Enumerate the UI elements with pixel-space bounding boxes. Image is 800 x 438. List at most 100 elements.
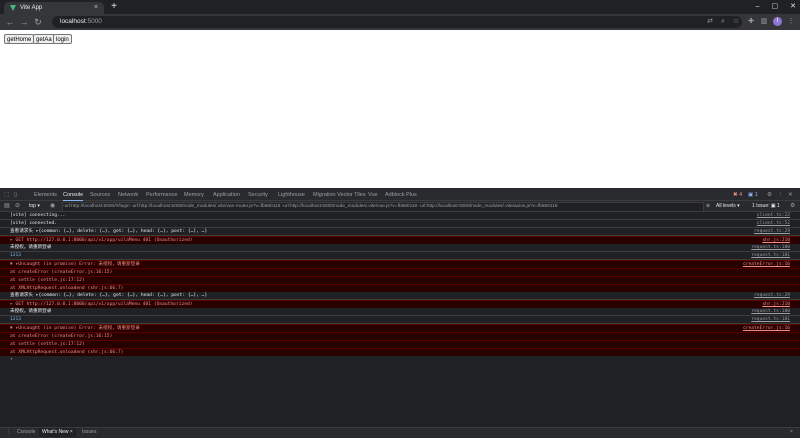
tab-elements[interactable]: Elements xyxy=(34,190,57,200)
tab-memory[interactable]: Memory xyxy=(184,190,204,200)
new-tab-button[interactable]: + xyxy=(108,1,120,13)
issues-count-button[interactable]: 1 Issue: ▣ 1 xyxy=(752,202,780,210)
translate-icon[interactable]: ⇄ xyxy=(705,17,715,27)
source-link[interactable]: client.ts:22 xyxy=(757,212,790,219)
tab-migration-vector-tiles[interactable]: Migration Vector Tiles xyxy=(313,190,366,200)
console-log-line: 未授权，请重新登录 request.ts:100 xyxy=(0,308,800,316)
console-message: at createError (createError.js:16:15) xyxy=(10,270,113,275)
forward-icon[interactable]: → xyxy=(18,16,30,28)
vite-favicon-icon xyxy=(10,5,16,11)
drawer-tab-console[interactable]: Console xyxy=(14,428,38,437)
source-link[interactable]: request.ts:100 xyxy=(751,244,790,251)
login-button[interactable]: login xyxy=(53,34,72,44)
tab-strip: Vite App × + – ▢ ✕ xyxy=(0,0,800,14)
source-link[interactable]: request.ts:100 xyxy=(751,308,790,315)
console-message: 未授权，请重新登录 xyxy=(10,245,52,250)
console-error-line: ▸ GET http://127.0.0.1:8000/api/v1/app/u… xyxy=(0,236,800,244)
source-link[interactable]: request.ts:29 xyxy=(754,292,790,299)
tab-application[interactable]: Application xyxy=(213,190,240,200)
drawer-close-icon[interactable]: × xyxy=(790,428,793,437)
tab-close-button[interactable]: × xyxy=(94,2,98,14)
console-error-line: at createError (createError.js:16:15) xyxy=(0,268,800,276)
browser-toolbar: ← → ↻ localhost:5000 ⇄ ⌕ ☆ ✚ ▥ I ⋮ xyxy=(0,14,800,30)
tab-performance[interactable]: Performance xyxy=(146,190,178,200)
drawer-tab-whats-new[interactable]: What's New × xyxy=(39,428,76,437)
maximize-button[interactable]: ▢ xyxy=(772,0,779,14)
console-message: 1213 xyxy=(10,253,22,258)
tab-network[interactable]: Network xyxy=(118,190,138,200)
console-error-line: ✖ ▸Uncaught (in promise) Error: 未授权，请重新登… xyxy=(0,260,800,268)
menu-icon[interactable]: ⋮ xyxy=(786,17,796,27)
message-count: 1 xyxy=(754,192,758,198)
drawer-tab-bar xyxy=(0,427,800,438)
source-link[interactable]: request.ts:29 xyxy=(754,228,790,235)
console-message: ✖ ▸Uncaught (in promise) Error: 未授权，请重新登… xyxy=(10,326,140,331)
source-link[interactable]: client.ts:52 xyxy=(757,220,790,227)
console-settings-icon[interactable]: ⚙ xyxy=(790,202,795,210)
console-log-line: [vite] connecting... client.ts:22 xyxy=(0,212,800,220)
console-log-line: › xyxy=(0,356,800,363)
console-log-line: 查看请求头 ▸{common: {…}, delete: {…}, get: {… xyxy=(0,292,800,300)
eye-icon[interactable]: ◉ xyxy=(50,202,55,210)
message-count-badge[interactable]: ▣ 1 xyxy=(748,190,758,200)
console-filter-input[interactable]: -url:http://localhost:5000/#/login -url:… xyxy=(62,202,704,212)
console-message: at XMLHttpRequest.onloadend (xhr.js:66:7… xyxy=(10,286,124,291)
get-aa-button[interactable]: getAa xyxy=(33,34,55,44)
device-toggle-icon[interactable]: ▯ xyxy=(14,190,17,200)
browser-tab[interactable]: Vite App × xyxy=(4,2,104,14)
zoom-icon[interactable]: ⌕ xyxy=(718,17,728,27)
console-message: [vite] connecting... xyxy=(10,213,66,218)
console-message: 未授权，请重新登录 xyxy=(10,309,52,314)
console-error-line: ▸ GET http://127.0.0.1:8000/api/v1/app/u… xyxy=(0,300,800,308)
tab-vue[interactable]: Vue xyxy=(368,190,378,200)
back-icon[interactable]: ← xyxy=(4,16,16,28)
console-error-line: at settle (settle.js:17:12) xyxy=(0,340,800,348)
address-bar[interactable]: localhost:5000 xyxy=(52,16,742,28)
clear-filter-icon[interactable]: ⊗ xyxy=(706,202,710,210)
tab-lighthouse[interactable]: Lighthouse xyxy=(278,190,305,200)
side-panel-icon[interactable]: ▥ xyxy=(759,17,769,27)
console-error-line: at XMLHttpRequest.onloadend (xhr.js:66:7… xyxy=(0,348,800,356)
source-link[interactable]: request.ts:101 xyxy=(751,252,790,259)
console-error-line: at settle (settle.js:17:12) xyxy=(0,276,800,284)
error-count: 4 xyxy=(739,192,743,198)
drawer-tab-issues[interactable]: Issues xyxy=(79,428,99,437)
devtools-settings-icon[interactable]: ⚙ xyxy=(767,190,772,200)
devtools-more-icon[interactable]: ⋮ xyxy=(778,190,784,200)
url-port: :5000 xyxy=(85,18,102,25)
context-selector[interactable]: top ▾ xyxy=(29,202,40,210)
extensions-icon[interactable]: ✚ xyxy=(746,17,756,27)
profile-avatar[interactable]: I xyxy=(773,17,782,26)
error-count-badge[interactable]: ✖ 4 xyxy=(733,190,742,200)
tab-adblock-plus[interactable]: Adblock Plus xyxy=(385,190,417,200)
window-controls: – ▢ ✕ xyxy=(756,0,796,14)
drawer-menu-icon[interactable]: ⋮ xyxy=(6,428,11,437)
console-message: at createError (createError.js:16:15) xyxy=(10,334,113,339)
devtools-close-icon[interactable]: ✕ xyxy=(788,190,793,200)
clear-console-icon[interactable]: ⊘ xyxy=(15,202,20,210)
source-link[interactable]: xhr.js:210 xyxy=(762,301,790,308)
tab-security[interactable]: Security xyxy=(248,190,268,200)
minimize-button[interactable]: – xyxy=(756,0,760,14)
console-log-line: 1213 request.ts:101 xyxy=(0,316,800,324)
reload-icon[interactable]: ↻ xyxy=(32,16,44,28)
source-link[interactable]: createError.js:16 xyxy=(743,261,790,268)
log-levels-dropdown[interactable]: All levels ▾ xyxy=(716,202,740,210)
sidebar-toggle-icon[interactable]: ▤ xyxy=(4,202,10,210)
source-link[interactable]: createError.js:16 xyxy=(743,325,790,332)
url-text: localhost:5000 xyxy=(60,16,102,28)
get-home-button[interactable]: getHome xyxy=(4,34,35,44)
console-message: 查看请求头 ▸{common: {…}, delete: {…}, get: {… xyxy=(10,293,208,298)
inspect-icon[interactable]: ⬚ xyxy=(4,190,9,200)
console-message: at settle (settle.js:17:12) xyxy=(10,342,85,347)
console-message: 查看请求头 ▸{common: {…}, delete: {…}, get: {… xyxy=(10,229,208,234)
tab-sources[interactable]: Sources xyxy=(90,190,110,200)
console-message: at XMLHttpRequest.onloadend (xhr.js:66:7… xyxy=(10,350,124,355)
close-window-button[interactable]: ✕ xyxy=(790,0,796,14)
source-link[interactable]: request.ts:101 xyxy=(751,316,790,323)
tab-console[interactable]: Console xyxy=(63,190,84,201)
console-log-line: [vite] connected. client.ts:52 xyxy=(0,220,800,228)
source-link[interactable]: xhr.js:210 xyxy=(762,237,790,244)
console-log-line: 1213 request.ts:101 xyxy=(0,252,800,260)
bookmark-star-icon[interactable]: ☆ xyxy=(731,17,741,27)
